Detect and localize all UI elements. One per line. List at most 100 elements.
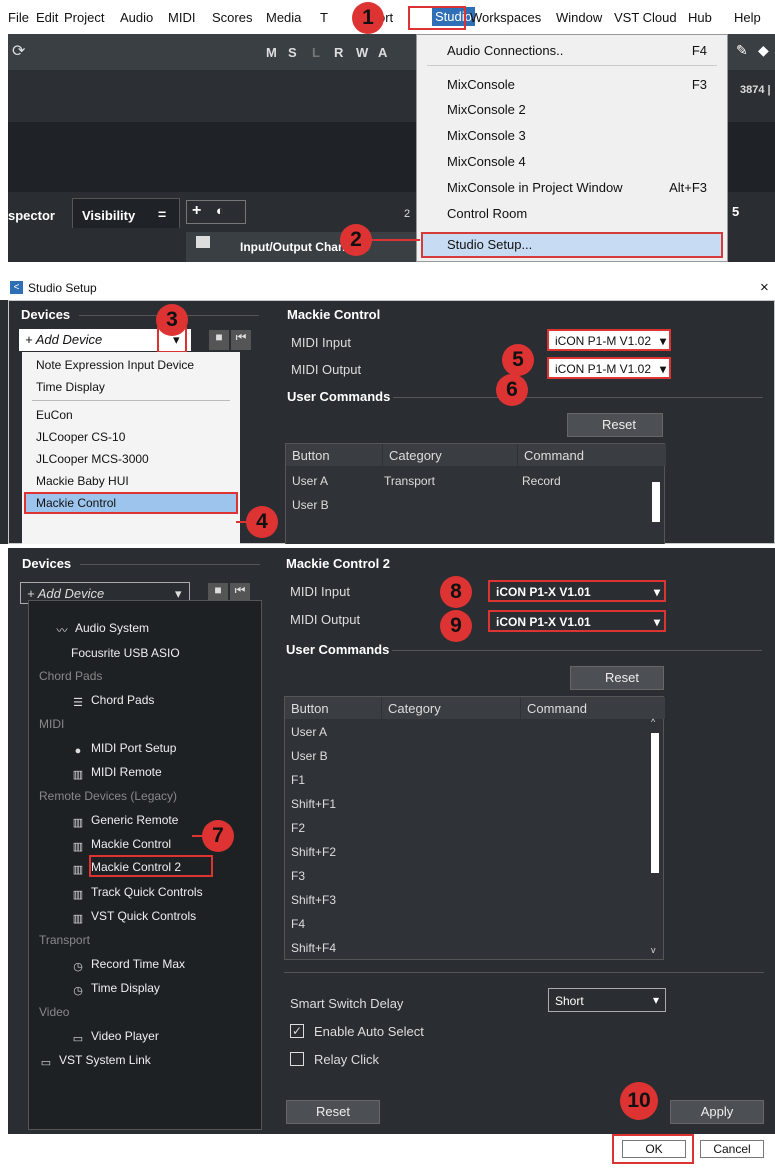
tab-visibility[interactable]: Visibility <box>82 208 135 223</box>
menu-scores[interactable]: Scores <box>212 10 252 25</box>
table-row[interactable]: User B <box>291 749 328 763</box>
table-row[interactable]: F3 <box>291 869 305 883</box>
midi-output-select[interactable]: iCON P1-M V1.02 ▾ <box>547 357 671 379</box>
tree-category-video[interactable]: Video <box>39 1005 69 1019</box>
refresh-icon[interactable]: ⟳ <box>12 41 25 61</box>
read-button[interactable]: R <box>334 45 343 60</box>
menu-item-mixconsole-4[interactable]: MixConsole 4 <box>447 154 526 169</box>
menu-help[interactable]: Help <box>734 10 761 25</box>
dropdown-item-note-expression[interactable]: Note Expression Input Device <box>36 358 194 372</box>
col-command[interactable]: Command <box>518 444 666 466</box>
menu-audio[interactable]: Audio <box>120 10 153 25</box>
table-row[interactable]: User A <box>291 725 327 739</box>
add-track-icon[interactable]: + <box>192 202 201 220</box>
relay-click-checkbox[interactable] <box>290 1052 304 1066</box>
menu-item-mixconsole-2[interactable]: MixConsole 2 <box>447 102 526 117</box>
col-category[interactable]: Category <box>382 697 520 719</box>
scroll-down-icon[interactable]: v <box>651 945 656 955</box>
dropdown-item-mackie-control[interactable]: Mackie Control <box>36 496 116 510</box>
menu-media[interactable]: Media <box>266 10 301 25</box>
row-button[interactable]: User B <box>292 498 329 512</box>
menu-edit[interactable]: Edit <box>36 10 58 25</box>
midi-input-select[interactable]: iCON P1-X V1.01 ▾ <box>488 580 666 602</box>
menu-transport-fragment[interactable]: T <box>320 10 328 25</box>
reset-button[interactable]: Reset <box>567 413 663 437</box>
menu-vst-cloud[interactable]: VST Cloud <box>614 10 677 25</box>
row-category[interactable]: Transport <box>384 474 435 488</box>
trash-icon[interactable]: ■ <box>209 330 229 350</box>
menu-item-mixconsole[interactable]: MixConsole <box>447 77 515 92</box>
reset-icon[interactable]: ⏮ <box>231 330 251 350</box>
menu-item-mixconsole-project[interactable]: MixConsole in Project Window <box>447 180 623 195</box>
menu-workspaces[interactable]: Workspaces <box>470 10 541 25</box>
listen-button[interactable]: L <box>312 45 320 60</box>
eraser-icon[interactable]: ◆ <box>758 42 769 59</box>
table-row[interactable]: Shift+F4 <box>291 941 336 955</box>
apply-button[interactable]: Apply <box>670 1100 764 1124</box>
table-row[interactable]: Shift+F2 <box>291 845 336 859</box>
menu-file[interactable]: File <box>8 10 29 25</box>
menu-item-mixconsole-3[interactable]: MixConsole 3 <box>447 128 526 143</box>
write-button[interactable]: W <box>356 45 368 60</box>
dropdown-item-jlcooper-mcs3000[interactable]: JLCooper MCS-3000 <box>36 452 149 466</box>
reset-button[interactable]: Reset <box>570 666 664 690</box>
tree-item-mackie-control[interactable]: ▥ Mackie Control <box>71 837 171 853</box>
menu-window[interactable]: Window <box>556 10 602 25</box>
enable-auto-select-checkbox[interactable]: ✓ <box>290 1024 304 1038</box>
tree-item-vst-system-link[interactable]: ▭ VST System Link <box>39 1053 151 1069</box>
tree-category-transport[interactable]: Transport <box>39 933 90 947</box>
ok-button[interactable]: OK <box>622 1140 686 1158</box>
scroll-up-icon[interactable]: ^ <box>651 717 655 727</box>
solo-button[interactable]: S <box>288 45 297 60</box>
menu-item-studio-setup[interactable]: Studio Setup... <box>447 237 532 252</box>
row-command[interactable]: Record <box>522 474 561 488</box>
tree-item-time-display[interactable]: ◷ Time Display <box>71 981 160 997</box>
dropdown-item-time-display[interactable]: Time Display <box>36 380 105 394</box>
reset-bottom-button[interactable]: Reset <box>286 1100 380 1124</box>
row-button[interactable]: User A <box>292 474 328 488</box>
cancel-button[interactable]: Cancel <box>700 1140 764 1158</box>
tree-category-chord-pads[interactable]: Chord Pads <box>39 669 102 683</box>
table-row[interactable]: F1 <box>291 773 305 787</box>
tree-item-generic-remote[interactable]: ▥ Generic Remote <box>71 813 179 829</box>
close-icon[interactable]: × <box>760 279 769 296</box>
pencil-icon[interactable]: ✎ <box>736 42 748 59</box>
tree-item-audio-system[interactable]: 〰 Audio System <box>55 621 150 637</box>
midi-output-select[interactable]: iCON P1-X V1.01 ▾ <box>488 610 666 632</box>
col-button[interactable]: Button <box>285 697 381 719</box>
tree-item-chord-pads[interactable]: ☰ Chord Pads <box>71 693 154 709</box>
tab-inspector[interactable]: spector <box>8 208 55 223</box>
tree-item-midi-remote[interactable]: ▥ MIDI Remote <box>71 765 162 781</box>
dropdown-item-jlcooper-cs10[interactable]: JLCooper CS-10 <box>36 430 125 444</box>
mute-button[interactable]: M <box>266 45 277 60</box>
menu-project[interactable]: Project <box>64 10 104 25</box>
scrollbar[interactable] <box>651 733 659 873</box>
tree-category-remote-devices[interactable]: Remote Devices (Legacy) <box>39 789 177 803</box>
smart-switch-select[interactable]: Short ▾ <box>548 988 666 1012</box>
midi-input-select[interactable]: iCON P1-M V1.02 ▾ <box>547 329 671 351</box>
col-button[interactable]: Button <box>286 444 382 466</box>
tree-item-mackie-control-2[interactable]: ▥ Mackie Control 2 <box>71 860 181 876</box>
dropdown-item-eucon[interactable]: EuCon <box>36 408 73 422</box>
menu-hub[interactable]: Hub <box>688 10 712 25</box>
tree-category-midi[interactable]: MIDI <box>39 717 64 731</box>
tree-item-midi-port-setup[interactable]: ● MIDI Port Setup <box>71 741 177 757</box>
table-row[interactable]: Shift+F1 <box>291 797 336 811</box>
menu-lines-icon[interactable]: = <box>158 206 166 222</box>
tree-item-vst-quick-controls[interactable]: ▥ VST Quick Controls <box>71 909 196 925</box>
dropdown-item-mackie-baby-hui[interactable]: Mackie Baby HUI <box>36 474 129 488</box>
a-button[interactable]: A <box>378 45 387 60</box>
tree-item-focusrite[interactable]: Focusrite USB ASIO <box>71 646 180 660</box>
table-row[interactable]: Shift+F3 <box>291 893 336 907</box>
tree-item-track-quick-controls[interactable]: ▥ Track Quick Controls <box>71 885 203 901</box>
tree-item-record-time-max[interactable]: ◷ Record Time Max <box>71 957 185 973</box>
table-row[interactable]: F4 <box>291 917 305 931</box>
col-command[interactable]: Command <box>521 697 665 719</box>
bulb-icon[interactable]: ◐ <box>216 203 224 218</box>
menu-item-audio-connections[interactable]: Audio Connections.. <box>447 43 563 58</box>
menu-item-control-room[interactable]: Control Room <box>447 206 527 221</box>
menu-midi[interactable]: MIDI <box>168 10 195 25</box>
col-category[interactable]: Category <box>383 444 517 466</box>
table-row[interactable]: F2 <box>291 821 305 835</box>
tree-item-video-player[interactable]: ▭ Video Player <box>71 1029 159 1045</box>
